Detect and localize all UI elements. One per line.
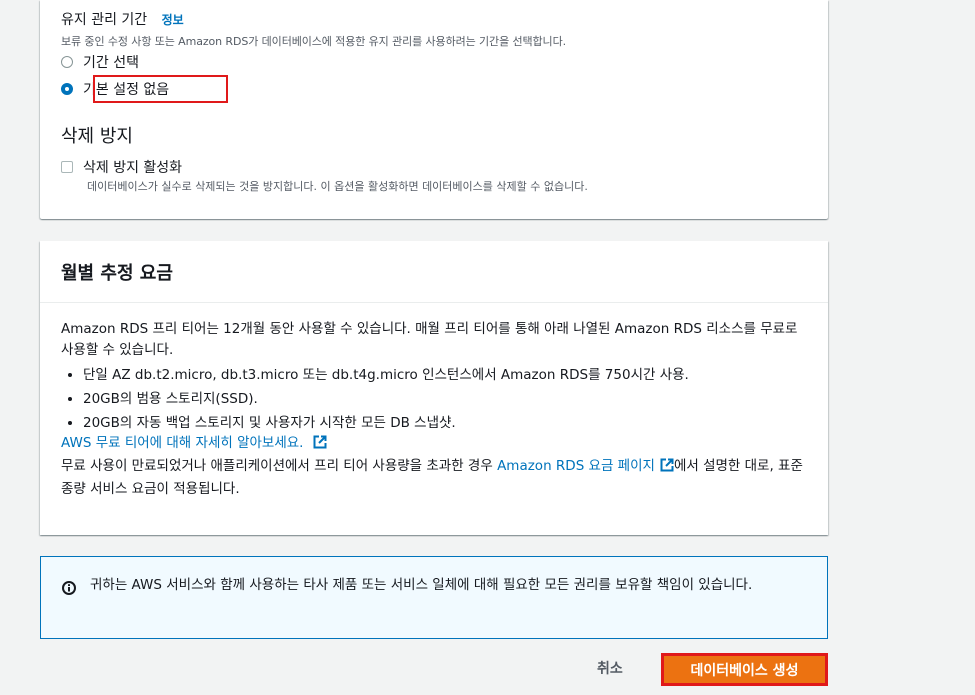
external-link-icon[interactable] [660,458,674,479]
free-tier-learn-more-link[interactable]: AWS 무료 티어에 대해 자세히 알아보세요. [61,435,303,451]
list-item: 20GB의 범용 스토리지(SSD). [83,389,806,409]
deletion-protection-description: 데이터베이스가 실수로 삭제되는 것을 방지합니다. 이 옵션을 활성화하면 데… [87,180,588,193]
list-item: 20GB의 자동 백업 스토리지 및 사용자가 시작한 모든 DB 스냅샷. [83,413,806,433]
maintenance-window-label: 유지 관리 기간 [61,12,148,28]
create-database-button[interactable]: 데이터베이스 생성 [661,653,828,686]
external-link-icon[interactable] [313,435,327,456]
radio-selected[interactable] [61,83,73,95]
third-party-notice-text: 귀하는 AWS 서비스와 함께 사용하는 타사 제품 또는 서비스 일체에 대해… [90,577,753,593]
pricing-note-text: 무료 사용이 만료되었거나 애플리케이션에서 프리 티어 사용량을 초과한 경우 [61,458,498,474]
deletion-protection-checkbox-row[interactable]: 삭제 방지 활성화 [61,157,182,177]
highlight-annotation-box [93,75,228,103]
additional-config-panel: 유지 관리 기간 정보 보류 중인 수정 사항 또는 Amazon RDS가 데… [40,0,828,219]
free-tier-intro: Amazon RDS 프리 티어는 12개월 동안 사용할 수 있습니다. 매월… [61,321,798,358]
rds-pricing-page-link[interactable]: Amazon RDS 요금 페이지 [497,458,655,474]
monthly-cost-panel: 월별 추정 요금 Amazon RDS 프리 티어는 12개월 동안 사용할 수… [40,241,828,535]
checkbox-label: 삭제 방지 활성화 [83,160,183,176]
deletion-protection-checkbox[interactable] [61,161,73,173]
create-database-label: 데이터베이스 생성 [680,659,809,680]
radio-option-select-window[interactable]: 기간 선택 [61,52,139,72]
monthly-cost-body: Amazon RDS 프리 티어는 12개월 동안 사용할 수 있습니다. 매월… [61,319,806,500]
third-party-notice-alert: 귀하는 AWS 서비스와 함께 사용하는 타사 제품 또는 서비스 일체에 대해… [40,556,828,639]
monthly-cost-title: 월별 추정 요금 [61,263,173,284]
maintenance-window-description: 보류 중인 수정 사항 또는 Amazon RDS가 데이터베이스에 적용한 유… [61,35,566,48]
maintenance-window-title: 유지 관리 기간 정보 [61,9,184,29]
radio-label: 기간 선택 [83,55,139,71]
free-tier-list: 단일 AZ db.t2.micro, db.t3.micro 또는 db.t4g… [61,365,806,433]
list-item: 단일 AZ db.t2.micro, db.t3.micro 또는 db.t4g… [83,365,806,385]
radio-unselected[interactable] [61,56,73,68]
monthly-cost-header: 월별 추정 요금 [40,241,828,303]
deletion-protection-heading: 삭제 방지 [61,126,133,147]
info-icon [62,580,76,599]
cancel-button[interactable]: 취소 [597,658,623,678]
info-link[interactable]: 정보 [162,13,184,27]
